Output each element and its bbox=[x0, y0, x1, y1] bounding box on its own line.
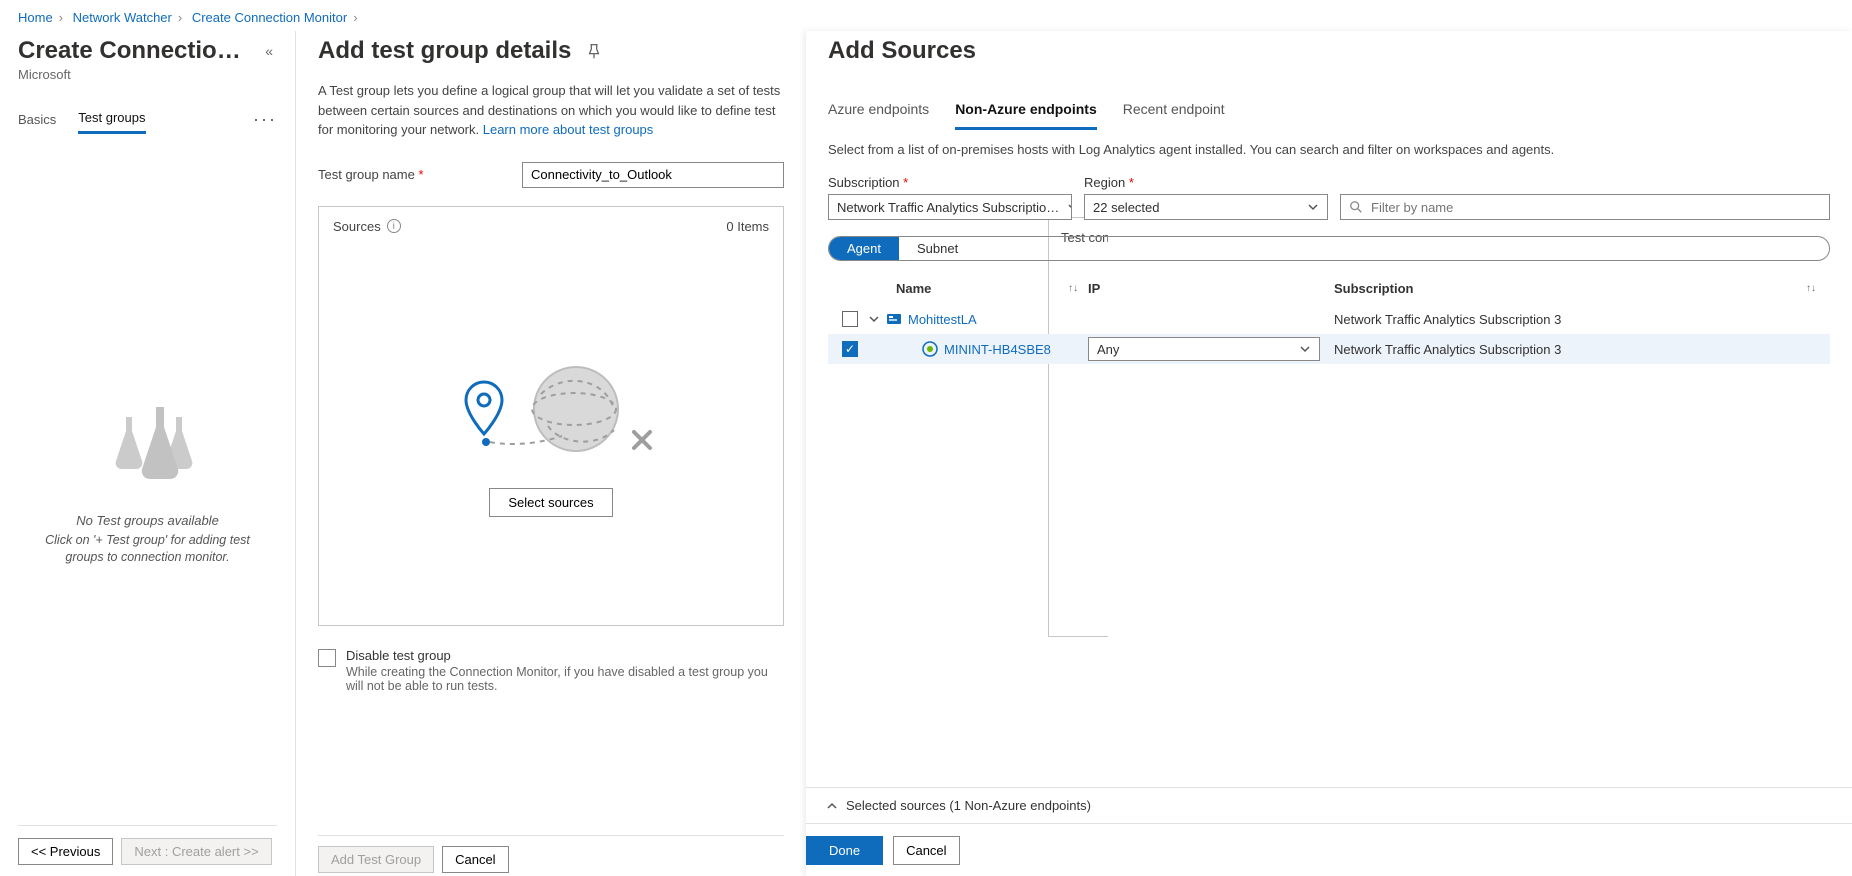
page-subtitle: Microsoft bbox=[18, 67, 277, 82]
chevron-up-icon bbox=[826, 800, 838, 812]
items-count: 0 Items bbox=[726, 219, 769, 234]
select-sources-button[interactable]: Select sources bbox=[489, 488, 612, 517]
col-ip[interactable]: IP bbox=[1088, 281, 1334, 296]
workspace-icon bbox=[886, 311, 902, 327]
subscription-select[interactable]: Network Traffic Analytics Subscriptio… bbox=[828, 194, 1072, 220]
table-row[interactable]: MohittestLA Network Traffic Analytics Su… bbox=[828, 304, 1830, 334]
crumb-home[interactable]: Home bbox=[18, 10, 53, 25]
row-name[interactable]: MohittestLA bbox=[908, 312, 977, 327]
region-select[interactable]: 22 selected bbox=[1084, 194, 1328, 220]
previous-button[interactable]: << Previous bbox=[18, 838, 113, 865]
row-name[interactable]: MININT-HB4SBE8 bbox=[944, 342, 1051, 357]
search-icon bbox=[1349, 200, 1363, 214]
empty-subtitle: Click on '+ Test group' for adding test … bbox=[26, 532, 269, 567]
chevron-down-icon[interactable] bbox=[868, 313, 880, 325]
add-sources-panel: Add Sources Azure endpoints Non-Azure en… bbox=[806, 31, 1852, 876]
tab-non-azure-endpoints[interactable]: Non-Azure endpoints bbox=[955, 95, 1097, 130]
learn-more-link[interactable]: Learn more about test groups bbox=[483, 122, 654, 137]
agent-icon bbox=[922, 341, 938, 357]
test-group-name-input[interactable] bbox=[522, 162, 784, 188]
cancel-button[interactable]: Cancel bbox=[442, 846, 508, 873]
tab-azure-endpoints[interactable]: Azure endpoints bbox=[828, 95, 929, 130]
col-name[interactable]: Name bbox=[896, 281, 931, 296]
disable-test-group-checkbox[interactable] bbox=[318, 649, 336, 667]
test-group-name-label: Test group name * bbox=[318, 167, 514, 182]
sort-icon[interactable]: ↑↓ bbox=[1806, 285, 1816, 292]
selected-summary[interactable]: Selected sources (1 Non-Azure endpoints) bbox=[806, 787, 1852, 823]
sources-label: Sources bbox=[333, 219, 381, 234]
chevron-down-icon bbox=[1307, 201, 1319, 213]
sort-icon[interactable]: ↑↓ bbox=[1068, 285, 1078, 292]
tab-recent-endpoint[interactable]: Recent endpoint bbox=[1123, 95, 1225, 130]
add-test-group-panel: Add test group details A Test group lets… bbox=[296, 31, 806, 876]
filter-textbox[interactable] bbox=[1369, 199, 1821, 216]
table-row[interactable]: MININT-HB4SBE8 Any Network Traffic Analy… bbox=[828, 334, 1830, 364]
chevron-down-icon bbox=[1067, 201, 1072, 213]
sources-table: Name ↑↓ IP Subscription ↑↓ MohittestLA Net… bbox=[828, 275, 1830, 364]
tab-basics[interactable]: Basics bbox=[18, 106, 56, 133]
disable-label: Disable test group bbox=[346, 648, 784, 663]
pin-icon[interactable] bbox=[585, 42, 603, 60]
add-sources-title: Add Sources bbox=[828, 37, 1830, 65]
crumb-create-connection-monitor[interactable]: Create Connection Monitor bbox=[192, 10, 347, 25]
more-icon[interactable]: ··· bbox=[253, 109, 277, 130]
region-label: Region bbox=[1084, 175, 1125, 190]
collapse-icon[interactable]: « bbox=[261, 39, 277, 63]
filter-input[interactable] bbox=[1340, 194, 1830, 220]
next-button: Next : Create alert >> bbox=[121, 838, 271, 865]
row-subscription: Network Traffic Analytics Subscription 3 bbox=[1334, 312, 1826, 327]
breadcrumb: Home› Network Watcher› Create Connection… bbox=[0, 0, 1852, 31]
empty-title: No Test groups available bbox=[76, 513, 219, 528]
chevron-down-icon bbox=[1299, 343, 1311, 355]
panel-description: A Test group lets you define a logical g… bbox=[318, 81, 784, 140]
crumb-network-watcher[interactable]: Network Watcher bbox=[73, 10, 172, 25]
sources-box: Sources i 0 Items Select sources bbox=[318, 206, 784, 626]
panel-title: Add test group details bbox=[318, 37, 571, 65]
row-checkbox[interactable] bbox=[842, 311, 858, 327]
disable-help: While creating the Connection Monitor, i… bbox=[346, 665, 784, 693]
sources-description: Select from a list of on-premises hosts … bbox=[828, 142, 1830, 157]
col-subscription[interactable]: Subscription bbox=[1334, 281, 1413, 296]
agent-subnet-toggle[interactable]: Agent Subnet bbox=[828, 236, 1830, 261]
info-icon[interactable]: i bbox=[387, 219, 401, 233]
page-title: Create Connection… bbox=[18, 37, 248, 65]
toggle-agent[interactable]: Agent bbox=[829, 237, 899, 260]
done-button[interactable]: Done bbox=[806, 836, 883, 865]
add-test-group-button: Add Test Group bbox=[318, 846, 434, 873]
row-subscription: Network Traffic Analytics Subscription 3 bbox=[1334, 342, 1826, 357]
cancel-sources-button[interactable]: Cancel bbox=[893, 836, 959, 865]
row-checkbox[interactable] bbox=[842, 341, 858, 357]
subscription-label: Subscription bbox=[828, 175, 900, 190]
globe-illustration bbox=[446, 354, 656, 464]
ip-select[interactable]: Any bbox=[1088, 337, 1320, 361]
sidebar: Create Connection… « Microsoft Basics Te… bbox=[0, 31, 296, 876]
flask-icon bbox=[98, 393, 198, 493]
toggle-subnet[interactable]: Subnet bbox=[899, 237, 976, 260]
tab-test-groups[interactable]: Test groups bbox=[78, 104, 145, 134]
